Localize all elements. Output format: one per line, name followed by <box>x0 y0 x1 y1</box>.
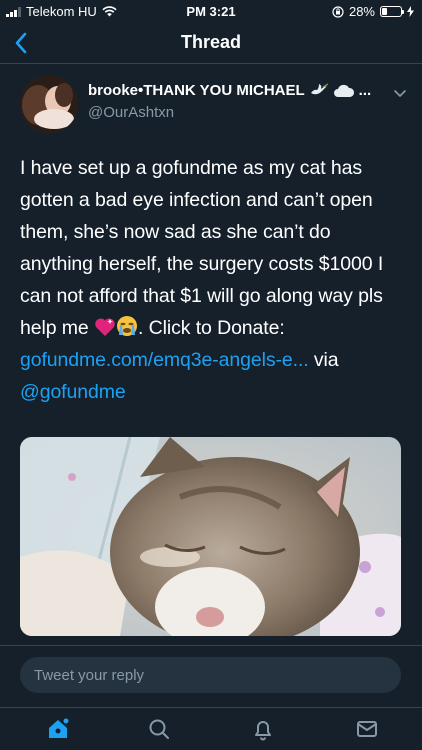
avatar-image <box>20 75 78 133</box>
charging-icon <box>407 6 414 17</box>
gofundme-mention[interactable]: @gofundme <box>20 381 126 403</box>
tab-search[interactable] <box>144 714 174 744</box>
heart-icon <box>95 318 115 336</box>
author-name-text: brooke•THANK YOU MICHAEL <box>88 82 305 99</box>
bell-icon <box>255 721 271 741</box>
tweet-text-via: via <box>308 349 339 371</box>
tweet-photo[interactable] <box>20 437 401 636</box>
author-name[interactable]: brooke•THANK YOU MICHAEL ... <box>88 82 371 99</box>
author-handle[interactable]: @OurAshtxn <box>88 104 174 121</box>
gofundme-link[interactable]: gofundme.com/emq3e-angels-e... <box>20 349 309 371</box>
battery-level <box>382 8 388 15</box>
mail-icon <box>357 721 377 737</box>
orientation-lock-icon <box>332 5 344 18</box>
avatar[interactable] <box>20 75 78 133</box>
tweet-text: I have set up a gofundme as my cat has g… <box>20 152 405 408</box>
search-icon <box>149 719 169 739</box>
battery-group: 28% <box>332 4 414 19</box>
page-title: Thread <box>180 32 241 52</box>
nav-bar: Thread <box>0 22 422 64</box>
cloud-icon <box>333 84 354 97</box>
tab-messages[interactable] <box>352 714 382 744</box>
chevron-down-icon[interactable] <box>392 85 408 101</box>
tab-home[interactable] <box>43 714 73 744</box>
status-bar: Telekom HU PM 3:21 28% <box>0 0 422 22</box>
battery-icon <box>380 6 404 17</box>
crying-face-icon <box>117 316 137 336</box>
cat-photo <box>20 437 401 636</box>
reply-input[interactable] <box>20 657 401 693</box>
reply-bar <box>0 645 422 707</box>
battery-percent: 28% <box>348 4 375 19</box>
tweet-header: brooke•THANK YOU MICHAEL ... @OurAshtxn <box>20 75 410 135</box>
tweet-text-part1: I have set up a gofundme as my cat has g… <box>20 157 384 339</box>
author-name-ellipsis: ... <box>358 82 372 99</box>
tab-notifications[interactable] <box>248 714 278 744</box>
tab-bar <box>0 707 422 750</box>
tweet-text-part2: . Click to Donate: <box>138 317 285 339</box>
home-icon <box>49 717 70 738</box>
dove-icon <box>310 82 328 94</box>
